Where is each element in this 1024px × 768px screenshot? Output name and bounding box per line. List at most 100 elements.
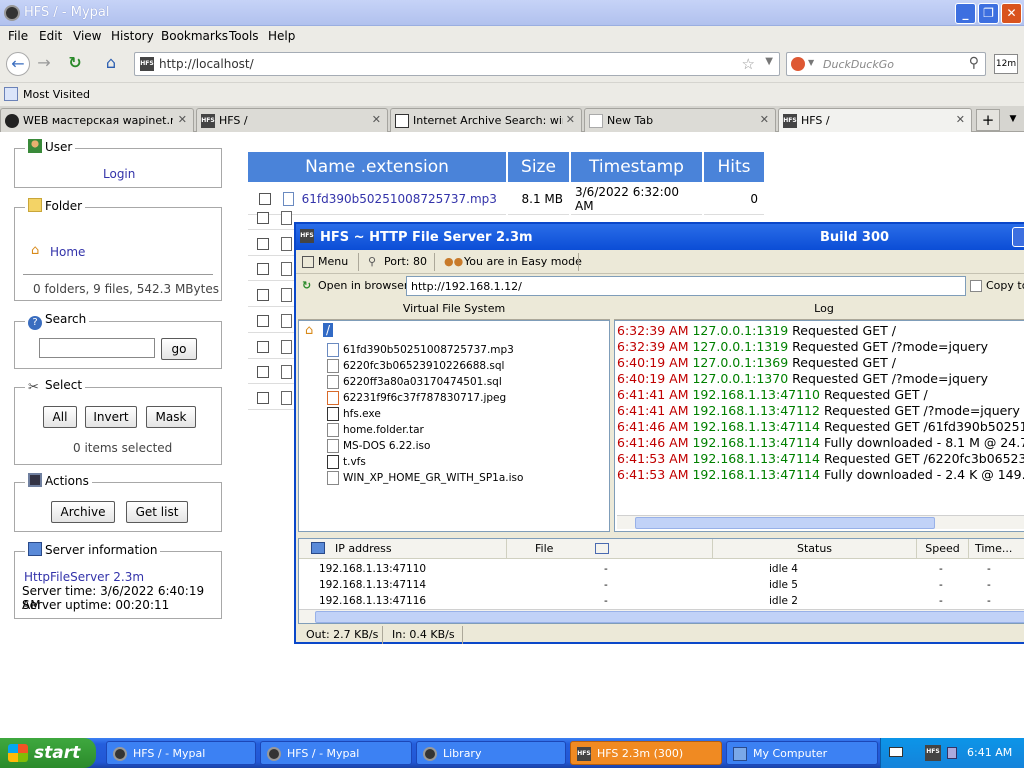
menu-file[interactable]: File <box>8 29 28 43</box>
row-checkbox[interactable] <box>257 237 269 250</box>
vfs-file-item[interactable]: 6220fc3b06523910226688.sql <box>343 360 504 372</box>
new-tab-button[interactable]: + <box>976 109 1000 131</box>
conn-col-file[interactable]: File <box>507 539 713 559</box>
search-bar[interactable]: ▼ DuckDuckGo ⚲ <box>786 52 986 76</box>
mypal-icon <box>267 747 281 761</box>
close-tab-icon[interactable]: ✕ <box>372 113 381 126</box>
bookmark-star-icon[interactable]: ☆ <box>742 55 755 73</box>
select-invert-button[interactable]: Invert <box>85 406 137 428</box>
home-link[interactable]: Home <box>50 245 85 259</box>
login-link[interactable]: Login <box>103 167 135 181</box>
close-tab-icon[interactable]: ✕ <box>760 113 769 126</box>
column-timestamp[interactable]: Timestamp <box>571 152 702 182</box>
search-icon[interactable]: ⚲ <box>969 55 979 71</box>
conn-col-time[interactable]: Time... <box>969 539 1024 559</box>
menu-view[interactable]: View <box>73 29 101 43</box>
vfs-root[interactable]: / <box>323 323 334 337</box>
tab-new[interactable]: New Tab ✕ <box>584 108 776 132</box>
hfs-version-link[interactable]: HttpFileServer 2.3m <box>24 570 144 584</box>
vfs-file-item[interactable]: WIN_XP_HOME_GR_WITH_SP1a.iso <box>343 472 523 484</box>
row-checkbox[interactable] <box>257 263 269 276</box>
row-checkbox[interactable] <box>257 212 269 224</box>
tab-wapinet[interactable]: WEB мастерская wapinet.ru ... ✕ <box>0 108 194 132</box>
column-name[interactable]: Name .extension <box>248 152 506 182</box>
scrollbar-thumb[interactable] <box>315 611 1024 623</box>
column-size[interactable]: Size <box>508 152 569 182</box>
row-checkbox[interactable] <box>257 391 269 404</box>
menu-tools[interactable]: Tools <box>229 29 259 43</box>
close-tab-icon[interactable]: ✕ <box>178 113 187 126</box>
hfs-tray-icon[interactable]: HFS <box>925 745 941 761</box>
menu-bookmarks[interactable]: Bookmarks <box>161 29 228 43</box>
row-divider <box>248 280 294 282</box>
search-go-button[interactable]: go <box>161 338 197 360</box>
home-icon[interactable]: ⌂ <box>99 52 123 76</box>
start-button[interactable]: start <box>0 738 96 768</box>
hfs-menu-button[interactable]: Menu <box>318 255 348 268</box>
log-line: 6:40:19 AM 127.0.0.1:1369 Requested GET … <box>617 355 896 370</box>
vfs-file-item[interactable]: 6220ff3a80a03170474501.sql <box>343 376 502 388</box>
row-checkbox[interactable] <box>257 289 269 302</box>
get-list-button[interactable]: Get list <box>126 501 188 523</box>
scrollbar-thumb[interactable] <box>635 517 935 529</box>
vfs-file-item[interactable]: 62231f9f6c37f787830717.jpeg <box>343 392 506 404</box>
conn-col-speed[interactable]: Speed <box>917 539 969 559</box>
hfs-url-field[interactable]: http://192.168.1.12/ <box>406 276 966 296</box>
tab-list-chevron-icon[interactable]: ▼ <box>1004 109 1022 131</box>
file-link[interactable]: 61fd390b50251008725737.mp3 <box>302 192 497 206</box>
search-input[interactable] <box>39 338 155 358</box>
open-in-browser-button[interactable]: Open in browser <box>318 279 408 292</box>
tab-hfs-active[interactable]: HFS HFS / ✕ <box>778 108 972 132</box>
vfs-file-item[interactable]: t.vfs <box>343 456 366 468</box>
row-checkbox[interactable] <box>259 193 271 205</box>
vfs-file-item[interactable]: hfs.exe <box>343 408 381 420</box>
maximize-button[interactable]: ❐ <box>978 3 999 24</box>
select-all-button[interactable]: All <box>43 406 77 428</box>
close-tab-icon[interactable]: ✕ <box>956 113 965 126</box>
log-horizontal-scrollbar[interactable] <box>617 515 1024 529</box>
row-checkbox[interactable] <box>257 314 269 327</box>
task-mypal-2[interactable]: HFS / - Mypal <box>260 741 412 765</box>
log-time: 6:41:41 AM <box>617 403 689 418</box>
close-tab-icon[interactable]: ✕ <box>566 113 575 126</box>
column-hits[interactable]: Hits <box>704 152 764 182</box>
task-hfs[interactable]: HFS HFS 2.3m (300) <box>570 741 722 765</box>
keyboard-icon[interactable] <box>889 747 903 757</box>
speaker-icon[interactable] <box>947 747 957 759</box>
duckduckgo-icon[interactable] <box>791 57 805 71</box>
tab-hfs-1[interactable]: HFS HFS / ✕ <box>196 108 388 132</box>
tab-internet-archive[interactable]: Internet Archive Search: win... ✕ <box>390 108 582 132</box>
minimize-button[interactable]: _ <box>955 3 976 24</box>
menu-history[interactable]: History <box>111 29 154 43</box>
conn-col-status[interactable]: Status <box>713 539 917 559</box>
taskbar-clock: 6:41 AM <box>967 746 1013 759</box>
archive-button[interactable]: Archive <box>51 501 115 523</box>
forward-arrow-icon[interactable]: → <box>32 52 56 76</box>
back-arrow-icon[interactable]: ← <box>6 52 30 76</box>
chevron-down-icon[interactable]: ▼ <box>765 56 773 67</box>
row-checkbox[interactable] <box>257 340 269 353</box>
task-my-computer[interactable]: My Computer <box>726 741 878 765</box>
close-button[interactable]: ✕ <box>1001 3 1022 24</box>
hfs-port-button[interactable]: Port: 80 <box>384 255 427 268</box>
copy-to-clipboard-button[interactable]: Copy to <box>986 279 1024 292</box>
hfs-titlebar: HFS HFS ~ HTTP File Server 2.3m Build 30… <box>296 224 1024 250</box>
menu-help[interactable]: Help <box>268 29 295 43</box>
most-visited-link[interactable]: Most Visited <box>23 88 90 101</box>
hfs-mode-button[interactable]: You are in Easy mode <box>464 255 582 268</box>
task-mypal-1[interactable]: HFS / - Mypal <box>106 741 256 765</box>
select-mask-button[interactable]: Mask <box>146 406 196 428</box>
address-bar[interactable]: HFS http://localhost/ ☆ ▼ <box>134 52 780 76</box>
menu-edit[interactable]: Edit <box>39 29 62 43</box>
vfs-file-item[interactable]: MS-DOS 6.22.iso <box>343 440 430 452</box>
task-library[interactable]: Library <box>416 741 566 765</box>
reload-icon[interactable]: ↻ <box>63 52 87 76</box>
vfs-file-item[interactable]: 61fd390b50251008725737.mp3 <box>343 344 514 356</box>
conn-horizontal-scrollbar[interactable] <box>299 609 1024 623</box>
vfs-file-item[interactable]: home.folder.tar <box>343 424 424 436</box>
row-checkbox[interactable] <box>257 366 269 379</box>
clock-button[interactable]: 12m <box>994 54 1018 74</box>
conn-col-ip[interactable]: IP address <box>299 539 507 559</box>
hfs-minimize-button[interactable] <box>1012 227 1024 247</box>
chevron-down-icon[interactable]: ▼ <box>808 58 814 67</box>
